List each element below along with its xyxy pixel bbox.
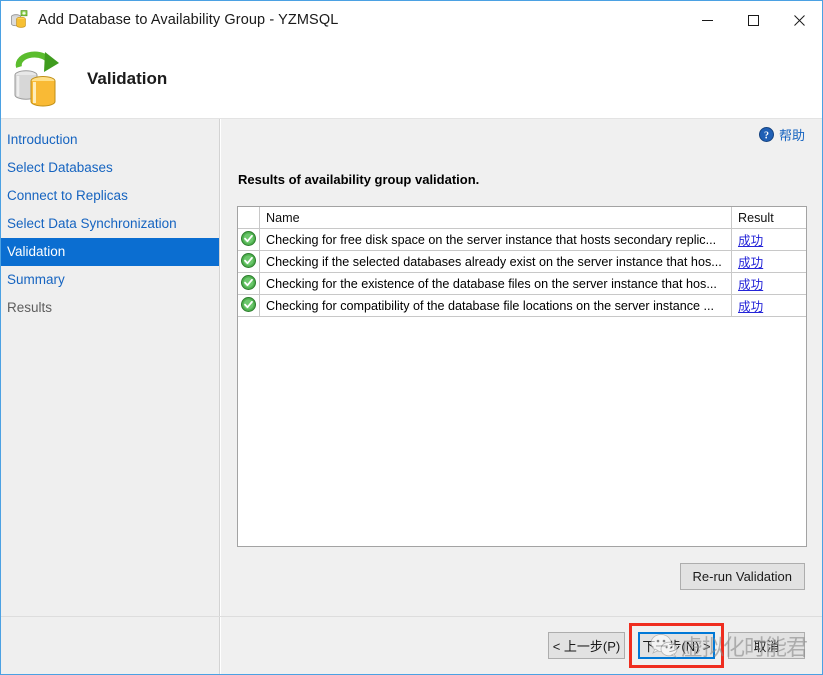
window-controls	[684, 1, 822, 39]
check-name: Checking for compatibility of the databa…	[260, 295, 732, 317]
page-header: Validation	[1, 39, 822, 118]
sidebar-item-select-databases[interactable]: Select Databases	[1, 154, 219, 182]
check-name: Checking if the selected databases alrea…	[260, 251, 732, 273]
table-row[interactable]: Checking for compatibility of the databa…	[238, 295, 806, 317]
sidebar-item-results: Results	[1, 294, 219, 322]
result-link[interactable]: 成功	[738, 300, 763, 314]
help-label: 帮助	[779, 125, 805, 144]
sidebar-item-introduction[interactable]: Introduction	[1, 126, 219, 154]
table-row[interactable]: Checking for the existence of the databa…	[238, 273, 806, 295]
table-row[interactable]: Checking for free disk space on the serv…	[238, 229, 806, 251]
cancel-button[interactable]: 取消	[728, 632, 805, 659]
check-name: Checking for free disk space on the serv…	[260, 229, 732, 251]
sidebar-item-connect-to-replicas[interactable]: Connect to Replicas	[1, 182, 219, 210]
database-add-icon	[8, 9, 30, 31]
check-name: Checking for the existence of the databa…	[260, 273, 732, 295]
success-check-icon	[238, 229, 260, 251]
next-button[interactable]: 下一步(N) >	[638, 632, 715, 659]
result-link[interactable]: 成功	[738, 278, 763, 292]
check-result-cell: 成功	[732, 273, 807, 295]
column-header-result: Result	[732, 207, 807, 229]
wizard-sidebar: Introduction Select Databases Connect to…	[1, 119, 220, 674]
result-link[interactable]: 成功	[738, 234, 763, 248]
success-check-icon	[238, 295, 260, 317]
wizard-footer: < 上一步(P) 下一步(N) > 取消	[1, 617, 822, 674]
next-button-wrapper: 下一步(N) >	[638, 632, 715, 659]
success-check-icon	[238, 251, 260, 273]
check-result-cell: 成功	[732, 295, 807, 317]
help-link[interactable]: ? 帮助	[759, 125, 805, 144]
title-bar: Add Database to Availability Group - YZM…	[1, 1, 822, 39]
column-header-name: Name	[260, 207, 732, 229]
rerun-row: Re-run Validation	[221, 563, 805, 590]
success-check-icon	[238, 273, 260, 295]
validation-results-table: Name Result	[237, 206, 807, 547]
section-title: Results of availability group validation…	[238, 172, 479, 187]
sidebar-item-select-data-synchronization[interactable]: Select Data Synchronization	[1, 210, 219, 238]
check-result-cell: 成功	[732, 229, 807, 251]
svg-text:?: ?	[764, 130, 769, 141]
column-header-status	[238, 207, 260, 229]
database-sync-icon	[7, 48, 67, 110]
table-header-row: Name Result	[238, 207, 806, 229]
page-title: Validation	[87, 69, 167, 89]
sidebar-item-validation[interactable]: Validation	[1, 238, 219, 266]
content-pane: ? 帮助 Results of availability group valid…	[221, 119, 822, 674]
check-result-cell: 成功	[732, 251, 807, 273]
table-row[interactable]: Checking if the selected databases alrea…	[238, 251, 806, 273]
wizard-window: Add Database to Availability Group - YZM…	[0, 0, 823, 675]
maximize-icon[interactable]	[730, 1, 776, 39]
sidebar-item-summary[interactable]: Summary	[1, 266, 219, 294]
back-button[interactable]: < 上一步(P)	[548, 632, 625, 659]
minimize-icon[interactable]	[684, 1, 730, 39]
window-title: Add Database to Availability Group - YZM…	[38, 12, 338, 28]
rerun-validation-button[interactable]: Re-run Validation	[680, 563, 805, 590]
result-link[interactable]: 成功	[738, 256, 763, 270]
help-question-icon: ?	[759, 127, 774, 142]
close-icon[interactable]	[776, 1, 822, 39]
